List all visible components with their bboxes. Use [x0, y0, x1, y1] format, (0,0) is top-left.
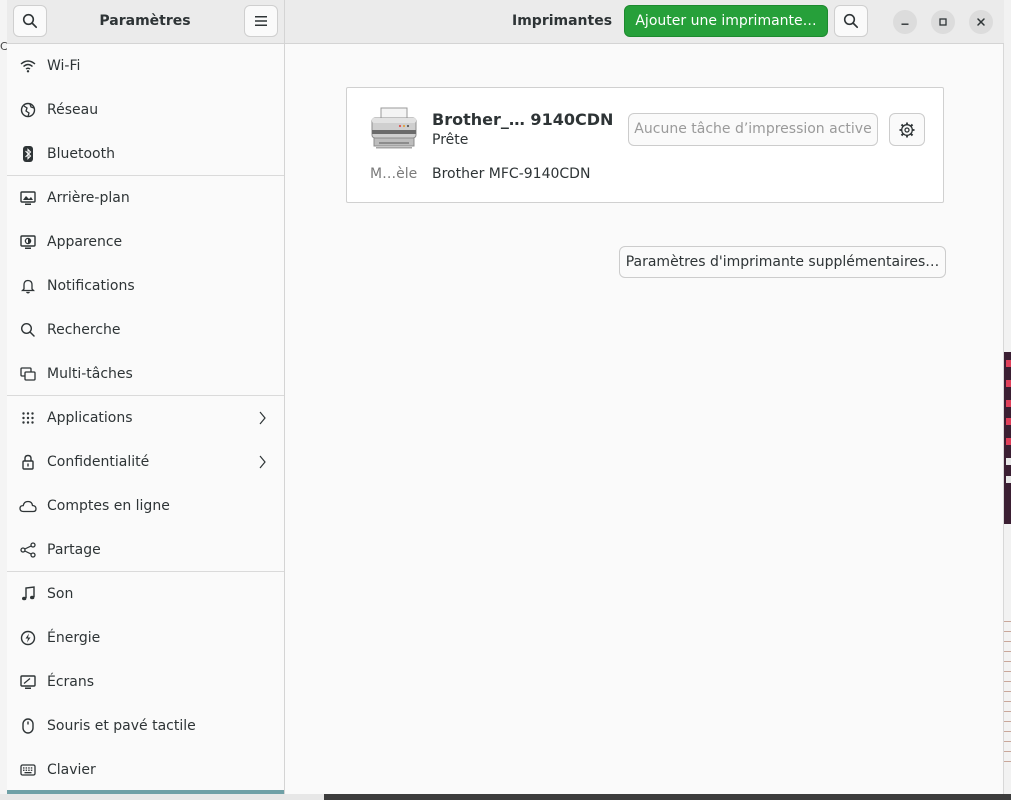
chevron-right-icon	[259, 455, 266, 469]
sidebar-item-label: Partage	[47, 542, 101, 558]
sidebar-item-applications[interactable]: Applications	[7, 396, 284, 440]
share-icon	[19, 541, 37, 559]
add-printer-button[interactable]: Ajouter une imprimante…	[624, 5, 828, 37]
search-icon	[22, 13, 38, 29]
sidebar-item-label: Confidentialité	[47, 454, 150, 470]
printer-search-button[interactable]	[834, 5, 868, 37]
print-jobs-button: Aucune tâche d’impression active	[628, 113, 878, 146]
sidebar-item-power[interactable]: Énergie	[7, 616, 284, 660]
keyboard-icon	[19, 761, 37, 779]
sidebar-item-label: Comptes en ligne	[47, 498, 170, 514]
sidebar: Wi-Fi Réseau Bluetooth Arrière-plan Appa…	[7, 44, 285, 794]
sidebar-item-label: Apparence	[47, 234, 123, 250]
sidebar-item-bluetooth[interactable]: Bluetooth	[7, 132, 284, 176]
sidebar-item-sharing[interactable]: Partage	[7, 528, 284, 572]
display-icon	[19, 673, 37, 691]
music-note-icon	[19, 585, 37, 603]
gear-icon	[899, 122, 915, 137]
background-window-left: C	[0, 0, 8, 800]
sidebar-item-mouse-touchpad[interactable]: Souris et pavé tactile	[7, 704, 284, 748]
cloud-icon	[19, 497, 37, 515]
printers-panel: Brother_… 9140CDN Prête Aucune tâche d’i…	[286, 44, 1003, 794]
mouse-icon	[19, 717, 37, 735]
sidebar-search-button[interactable]	[13, 5, 47, 37]
close-icon	[977, 18, 985, 26]
close-button[interactable]	[969, 10, 993, 34]
printer-settings-button[interactable]	[889, 113, 925, 146]
multitasking-icon	[19, 365, 37, 383]
sidebar-item-sound[interactable]: Son	[7, 572, 284, 616]
sidebar-item-search[interactable]: Recherche	[7, 308, 284, 352]
power-icon	[19, 629, 37, 647]
printer-icon	[371, 107, 417, 149]
search-icon	[843, 13, 859, 29]
background-icon	[19, 189, 37, 207]
sidebar-item-label: Énergie	[47, 630, 101, 646]
sidebar-item-label: Applications	[47, 410, 133, 426]
header-bar: Paramètres Imprimantes Ajouter une impri…	[7, 0, 1004, 44]
sidebar-item-label: Clavier	[47, 762, 96, 778]
apps-grid-icon	[19, 409, 37, 427]
lock-icon	[19, 453, 37, 471]
model-value: Brother MFC-9140CDN	[432, 166, 591, 182]
printer-card: Brother_… 9140CDN Prête Aucune tâche d’i…	[346, 87, 944, 203]
bell-icon	[19, 277, 37, 295]
maximize-button[interactable]	[931, 10, 955, 34]
sidebar-item-privacy[interactable]: Confidentialité	[7, 440, 284, 484]
model-label: M…èle	[370, 166, 418, 182]
sidebar-item-online-accounts[interactable]: Comptes en ligne	[7, 484, 284, 528]
sidebar-item-multitasking[interactable]: Multi-tâches	[7, 352, 284, 396]
sidebar-item-label: Arrière-plan	[47, 190, 130, 206]
sidebar-item-label: Souris et pavé tactile	[47, 718, 196, 734]
background-terminal	[1004, 352, 1011, 524]
bluetooth-icon	[19, 145, 37, 163]
sidebar-item-displays[interactable]: Écrans	[7, 660, 284, 704]
printer-status: Prête	[432, 132, 469, 148]
sidebar-item-appearance[interactable]: Apparence	[7, 220, 284, 264]
page-title: Imprimantes	[512, 13, 613, 29]
sidebar-item-notifications[interactable]: Notifications	[7, 264, 284, 308]
sidebar-item-label: Son	[47, 586, 74, 602]
sidebar-item-label: Recherche	[47, 322, 121, 338]
maximize-icon	[939, 18, 947, 26]
sidebar-item-label: Multi-tâches	[47, 366, 133, 382]
settings-window: Paramètres Imprimantes Ajouter une impri…	[7, 0, 1004, 794]
sidebar-header: Paramètres	[7, 0, 285, 44]
minimize-icon	[901, 23, 909, 25]
sidebar-item-label: Bluetooth	[47, 146, 115, 162]
appearance-icon	[19, 233, 37, 251]
search-icon	[19, 321, 37, 339]
background-document	[1004, 612, 1011, 762]
sidebar-item-label: Écrans	[47, 674, 95, 690]
network-icon	[19, 101, 37, 119]
sidebar-item-background[interactable]: Arrière-plan	[7, 176, 284, 220]
sidebar-scroll-indicator	[7, 790, 284, 794]
background-bottom	[0, 794, 1011, 800]
sidebar-item-keyboard[interactable]: Clavier	[7, 748, 284, 792]
hamburger-menu-icon	[255, 16, 267, 26]
sidebar-item-label: Réseau	[47, 102, 99, 118]
minimize-button[interactable]	[893, 10, 917, 34]
printer-name: Brother_… 9140CDN	[432, 110, 614, 129]
chevron-right-icon	[259, 411, 266, 425]
sidebar-item-label: Wi-Fi	[47, 58, 81, 74]
additional-printer-settings-button[interactable]: Paramètres d'imprimante supplémentaires…	[619, 246, 946, 278]
main-menu-button[interactable]	[244, 5, 278, 37]
background-window-right	[1004, 0, 1011, 800]
sidebar-item-network[interactable]: Réseau	[7, 88, 284, 132]
sidebar-item-wifi[interactable]: Wi-Fi	[7, 44, 284, 88]
sidebar-title: Paramètres	[99, 13, 191, 29]
sidebar-item-label: Notifications	[47, 278, 135, 294]
wifi-icon	[19, 57, 37, 75]
